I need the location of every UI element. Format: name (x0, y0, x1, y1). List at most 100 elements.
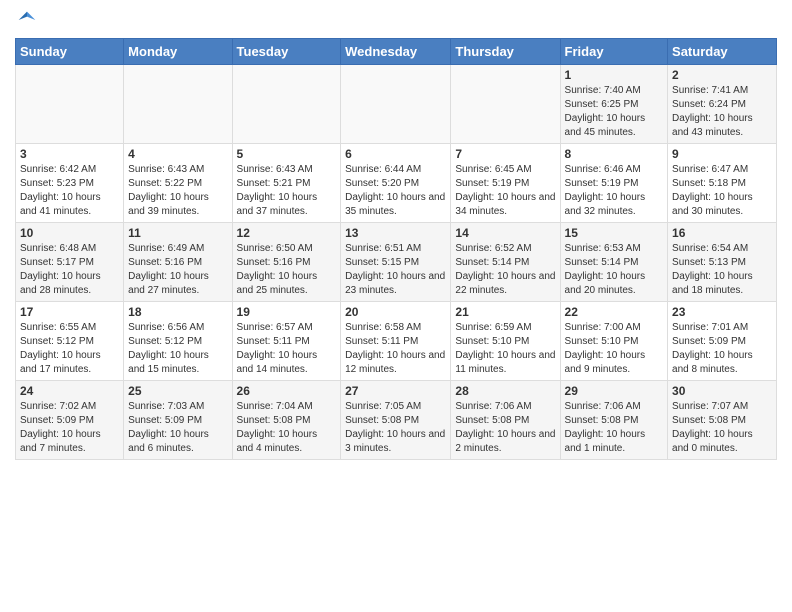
day-info: Sunrise: 6:52 AMSunset: 5:14 PMDaylight:… (455, 242, 555, 298)
day-number: 28 (455, 384, 555, 398)
page-container: SundayMondayTuesdayWednesdayThursdayFrid… (0, 0, 792, 470)
calendar-week-row: 17 Sunrise: 6:55 AMSunset: 5:12 PMDayligh… (16, 302, 777, 381)
calendar-cell: 7Sunrise: 6:45 AMSunset: 5:19 PMDaylight… (451, 144, 560, 223)
calendar-table: SundayMondayTuesdayWednesdayThursdayFrid… (15, 38, 777, 460)
calendar-cell: 12 Sunrise: 6:50 AMSunset: 5:16 PMDayligh… (232, 223, 341, 302)
day-number: 19 (237, 305, 337, 319)
day-info: Sunrise: 6:50 AMSunset: 5:16 PMDaylight:… (237, 242, 337, 298)
calendar-cell (124, 65, 232, 144)
calendar-cell: 11Sunrise: 6:49 AMSunset: 5:16 PMDayligh… (124, 223, 232, 302)
calendar-cell: 20Sunrise: 6:58 AMSunset: 5:11 PMDayligh… (341, 302, 451, 381)
day-number: 24 (20, 384, 119, 398)
day-number: 5 (237, 147, 337, 161)
day-info: Sunrise: 7:02 AMSunset: 5:09 PMDaylight:… (20, 400, 119, 456)
calendar-cell (341, 65, 451, 144)
weekday-header-wednesday: Wednesday (341, 39, 451, 65)
day-number: 27 (345, 384, 446, 398)
day-info: Sunrise: 7:40 AMSunset: 6:25 PMDaylight:… (565, 84, 664, 140)
day-number: 25 (128, 384, 227, 398)
calendar-cell: 19 Sunrise: 6:57 AMSunset: 5:11 PMDayligh… (232, 302, 341, 381)
calendar-cell (232, 65, 341, 144)
calendar-cell: 5 Sunrise: 6:43 AMSunset: 5:21 PMDaylight… (232, 144, 341, 223)
calendar-cell (16, 65, 124, 144)
day-number: 23 (672, 305, 772, 319)
day-info: Sunrise: 6:55 AMSunset: 5:12 PMDaylight:… (20, 321, 119, 377)
calendar-cell: 8 Sunrise: 6:46 AMSunset: 5:19 PMDaylight… (560, 144, 668, 223)
calendar-cell: 13Sunrise: 6:51 AMSunset: 5:15 PMDayligh… (341, 223, 451, 302)
day-number: 7 (455, 147, 555, 161)
day-number: 18 (128, 305, 227, 319)
calendar-cell (451, 65, 560, 144)
day-info: Sunrise: 7:41 AMSunset: 6:24 PMDaylight:… (672, 84, 772, 140)
day-info: Sunrise: 7:03 AMSunset: 5:09 PMDaylight:… (128, 400, 227, 456)
calendar-cell: 2 Sunrise: 7:41 AMSunset: 6:24 PMDaylight… (668, 65, 777, 144)
day-number: 10 (20, 226, 119, 240)
day-number: 17 (20, 305, 119, 319)
calendar-cell: 29 Sunrise: 7:06 AMSunset: 5:08 PMDayligh… (560, 381, 668, 460)
logo (15, 10, 37, 30)
day-info: Sunrise: 6:58 AMSunset: 5:11 PMDaylight:… (345, 321, 446, 377)
day-number: 26 (237, 384, 337, 398)
day-number: 8 (565, 147, 664, 161)
day-info: Sunrise: 6:44 AMSunset: 5:20 PMDaylight:… (345, 163, 446, 219)
day-info: Sunrise: 6:43 AMSunset: 5:22 PMDaylight:… (128, 163, 227, 219)
calendar-cell: 14 Sunrise: 6:52 AMSunset: 5:14 PMDayligh… (451, 223, 560, 302)
weekday-header-friday: Friday (560, 39, 668, 65)
calendar-cell: 23 Sunrise: 7:01 AMSunset: 5:09 PMDayligh… (668, 302, 777, 381)
weekday-header-monday: Monday (124, 39, 232, 65)
day-info: Sunrise: 6:47 AMSunset: 5:18 PMDaylight:… (672, 163, 772, 219)
weekday-header-thursday: Thursday (451, 39, 560, 65)
day-number: 21 (455, 305, 555, 319)
calendar-cell: 10 Sunrise: 6:48 AMSunset: 5:17 PMDayligh… (16, 223, 124, 302)
day-info: Sunrise: 7:05 AMSunset: 5:08 PMDaylight:… (345, 400, 446, 456)
calendar-week-row: 10 Sunrise: 6:48 AMSunset: 5:17 PMDayligh… (16, 223, 777, 302)
day-info: Sunrise: 7:07 AMSunset: 5:08 PMDaylight:… (672, 400, 772, 456)
weekday-header-tuesday: Tuesday (232, 39, 341, 65)
calendar-cell: 16Sunrise: 6:54 AMSunset: 5:13 PMDayligh… (668, 223, 777, 302)
day-number: 9 (672, 147, 772, 161)
calendar-cell: 22 Sunrise: 7:00 AMSunset: 5:10 PMDayligh… (560, 302, 668, 381)
day-info: Sunrise: 6:42 AMSunset: 5:23 PMDaylight:… (20, 163, 119, 219)
calendar-cell: 30 Sunrise: 7:07 AMSunset: 5:08 PMDayligh… (668, 381, 777, 460)
day-number: 29 (565, 384, 664, 398)
day-number: 12 (237, 226, 337, 240)
day-number: 1 (565, 68, 664, 82)
day-info: Sunrise: 6:49 AMSunset: 5:16 PMDaylight:… (128, 242, 227, 298)
day-info: Sunrise: 7:06 AMSunset: 5:08 PMDaylight:… (565, 400, 664, 456)
day-number: 2 (672, 68, 772, 82)
calendar-cell: 24 Sunrise: 7:02 AMSunset: 5:09 PMDayligh… (16, 381, 124, 460)
logo-icon (17, 10, 37, 30)
day-info: Sunrise: 7:04 AMSunset: 5:08 PMDaylight:… (237, 400, 337, 456)
day-number: 6 (345, 147, 446, 161)
day-number: 15 (565, 226, 664, 240)
day-info: Sunrise: 6:43 AMSunset: 5:21 PMDaylight:… (237, 163, 337, 219)
day-number: 30 (672, 384, 772, 398)
calendar-cell: 3 Sunrise: 6:42 AMSunset: 5:23 PMDaylight… (16, 144, 124, 223)
calendar-cell: 6 Sunrise: 6:44 AMSunset: 5:20 PMDaylight… (341, 144, 451, 223)
calendar-cell: 25 Sunrise: 7:03 AMSunset: 5:09 PMDayligh… (124, 381, 232, 460)
day-number: 22 (565, 305, 664, 319)
calendar-cell: 15 Sunrise: 6:53 AMSunset: 5:14 PMDayligh… (560, 223, 668, 302)
calendar-week-row: 3 Sunrise: 6:42 AMSunset: 5:23 PMDaylight… (16, 144, 777, 223)
day-info: Sunrise: 6:56 AMSunset: 5:12 PMDaylight:… (128, 321, 227, 377)
calendar-cell: 1 Sunrise: 7:40 AMSunset: 6:25 PMDaylight… (560, 65, 668, 144)
calendar-cell: 28Sunrise: 7:06 AMSunset: 5:08 PMDayligh… (451, 381, 560, 460)
calendar-week-row: 1 Sunrise: 7:40 AMSunset: 6:25 PMDaylight… (16, 65, 777, 144)
calendar-cell: 26 Sunrise: 7:04 AMSunset: 5:08 PMDayligh… (232, 381, 341, 460)
day-info: Sunrise: 6:48 AMSunset: 5:17 PMDaylight:… (20, 242, 119, 298)
calendar-cell: 17 Sunrise: 6:55 AMSunset: 5:12 PMDayligh… (16, 302, 124, 381)
weekday-header-sunday: Sunday (16, 39, 124, 65)
day-info: Sunrise: 6:59 AMSunset: 5:10 PMDaylight:… (455, 321, 555, 377)
calendar-cell: 9 Sunrise: 6:47 AMSunset: 5:18 PMDaylight… (668, 144, 777, 223)
day-number: 4 (128, 147, 227, 161)
day-info: Sunrise: 6:53 AMSunset: 5:14 PMDaylight:… (565, 242, 664, 298)
day-info: Sunrise: 6:57 AMSunset: 5:11 PMDaylight:… (237, 321, 337, 377)
day-info: Sunrise: 7:01 AMSunset: 5:09 PMDaylight:… (672, 321, 772, 377)
calendar-cell: 27 Sunrise: 7:05 AMSunset: 5:08 PMDayligh… (341, 381, 451, 460)
day-number: 3 (20, 147, 119, 161)
day-info: Sunrise: 6:46 AMSunset: 5:19 PMDaylight:… (565, 163, 664, 219)
calendar-header-row: SundayMondayTuesdayWednesdayThursdayFrid… (16, 39, 777, 65)
calendar-cell: 21 Sunrise: 6:59 AMSunset: 5:10 PMDayligh… (451, 302, 560, 381)
day-info: Sunrise: 7:00 AMSunset: 5:10 PMDaylight:… (565, 321, 664, 377)
day-number: 14 (455, 226, 555, 240)
